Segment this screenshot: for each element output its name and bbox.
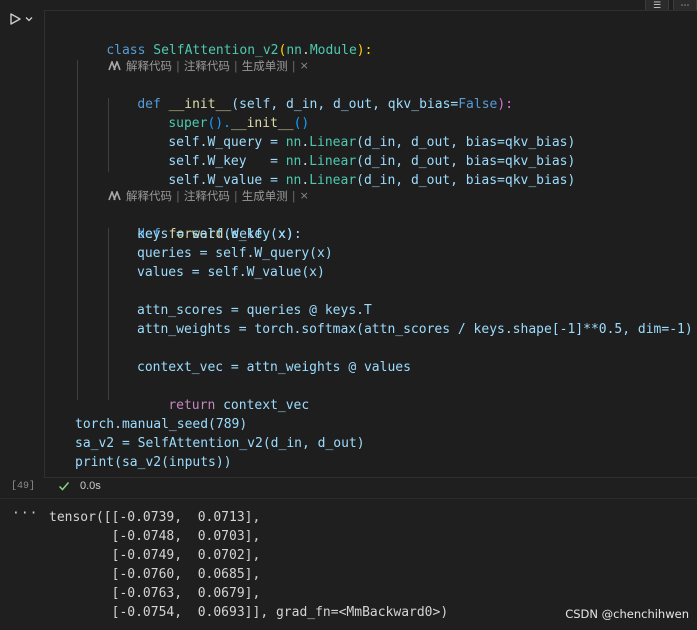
watermark: CSDN @chenchihwen: [565, 607, 689, 621]
output-line: [-0.0760, 0.0685],: [49, 567, 261, 582]
close-icon[interactable]: ×: [300, 57, 309, 75]
code-line-attn-scores: attn_scores = queries @ keys.T: [137, 303, 372, 318]
separator: |: [291, 59, 296, 73]
output-more-icon[interactable]: ···: [12, 506, 38, 521]
generate-test-link[interactable]: 生成单测: [242, 187, 288, 205]
ai-logo-icon: [108, 61, 121, 71]
cell-status: 0.0s: [58, 480, 101, 492]
separator: |: [233, 59, 238, 73]
output-line: tensor([[-0.0739, 0.0713],: [49, 510, 261, 525]
chevron-down-icon[interactable]: [24, 14, 34, 24]
code-line-seed: torch.manual_seed(789): [75, 417, 248, 432]
code-line-print: print(sa_v2(inputs)): [75, 455, 232, 470]
generate-test-link[interactable]: 生成单测: [242, 57, 288, 75]
token: self: [168, 173, 200, 188]
explain-code-link[interactable]: 解释代码: [126, 57, 172, 75]
token: Module: [309, 43, 357, 58]
execution-count: [49]: [11, 481, 36, 492]
code-line-attn-weights: attn_weights = torch.softmax(attn_scores…: [137, 322, 693, 337]
token: SelfAttention_v2: [153, 43, 279, 58]
explain-code-link[interactable]: 解释代码: [126, 187, 172, 205]
token: class: [106, 43, 146, 58]
token: .W_value =: [199, 173, 286, 188]
code-line-super: super().__init__(): [137, 95, 309, 131]
token: nn: [285, 173, 302, 188]
code-line-class-def: class SelfAttention_v2(nn.Module):: [75, 22, 372, 58]
check-icon: [58, 482, 70, 491]
code-line-keys: keys = self.W_key(x): [137, 227, 294, 242]
token: (d_in, d_out, bias=qkv_bias): [356, 173, 576, 188]
code-line-forward-def: def forward(self, x):: [106, 206, 301, 242]
comment-code-link[interactable]: 注释代码: [184, 187, 230, 205]
output-line: [-0.0748, 0.0703],: [49, 529, 261, 544]
comment-code-link[interactable]: 注释代码: [184, 57, 230, 75]
close-icon[interactable]: ×: [300, 187, 309, 205]
output-line: [-0.0749, 0.0702],: [49, 548, 261, 563]
output-line: [-0.0754, 0.0693]], grad_fn=<MmBackward0…: [49, 605, 449, 620]
code-line-wvalue: self.W_value = nn.Linear(d_in, d_out, bi…: [137, 152, 575, 188]
code-line-context: context_vec = attn_weights @ values: [137, 360, 411, 375]
code-line-wkey: self.W_key = nn.Linear(d_in, d_out, bias…: [137, 133, 575, 169]
execution-time: 0.0s: [80, 480, 101, 492]
run-area: [8, 12, 34, 26]
indent-guide: [77, 60, 78, 400]
token: context_vec: [215, 398, 310, 413]
code-line-instantiate: sa_v2 = SelfAttention_v2(d_in, d_out): [75, 436, 365, 451]
codelens-init: 解释代码 | 注释代码 | 生成单测 | ×: [108, 57, 309, 75]
token: .: [302, 43, 310, 58]
token: Linear: [309, 173, 357, 188]
code-line-wquery: self.W_query = nn.Linear(d_in, d_out, bi…: [137, 114, 575, 150]
token: nn: [286, 43, 302, 58]
run-cell-icon[interactable]: [8, 12, 22, 26]
code-line-values: values = self.W_value(x): [137, 265, 325, 280]
token: False: [458, 97, 498, 112]
codelens-forward: 解释代码 | 注释代码 | 生成单测 | ×: [108, 187, 309, 205]
token: ):: [497, 97, 514, 112]
token: ):: [356, 43, 373, 58]
ai-logo-icon: [108, 191, 121, 201]
separator: |: [233, 189, 238, 203]
code-line-queries: queries = self.W_query(x): [137, 246, 333, 261]
token: return: [168, 398, 216, 413]
code-line-return: return context_vec: [137, 377, 309, 413]
notebook-cell: class SelfAttention_v2(nn.Module): 解释代码 …: [0, 0, 697, 498]
code-line-init-def: def __init__(self, d_in, d_out, qkv_bias…: [106, 76, 513, 112]
separator: |: [291, 189, 296, 203]
output-line: [-0.0763, 0.0679],: [49, 586, 261, 601]
separator: |: [176, 59, 180, 73]
separator: |: [176, 189, 180, 203]
